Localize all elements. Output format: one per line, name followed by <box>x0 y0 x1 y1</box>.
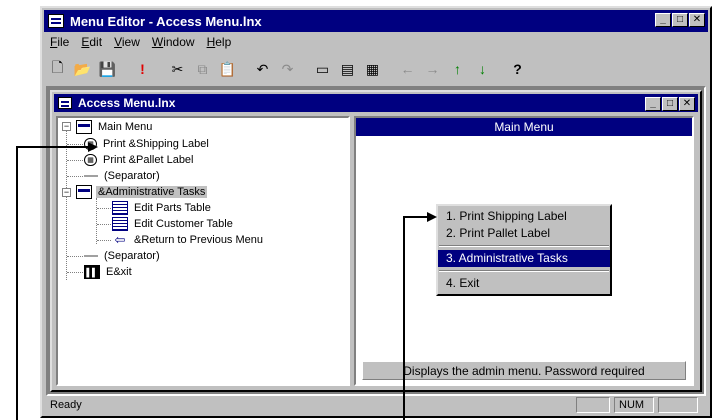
close-button[interactable]: ✕ <box>689 13 705 27</box>
tree-item-admin-tasks[interactable]: &Administrative Tasks <box>76 184 208 200</box>
tree-item[interactable]: ▦ Print &Pallet Label <box>84 152 196 168</box>
tree-item-main-menu[interactable]: Main Menu <box>76 119 154 135</box>
print-icon: ▦ <box>84 154 97 166</box>
undo-icon[interactable]: ↶ <box>251 58 274 80</box>
tree-item[interactable]: ▦ Print &Shipping Label <box>84 136 211 152</box>
document-title: Access Menu.lnx <box>78 96 176 110</box>
return-icon: ⇦ <box>114 232 126 247</box>
move-right-icon[interactable]: → <box>421 58 444 80</box>
callout-line-right-horizontal <box>403 216 427 218</box>
preview-separator <box>439 270 609 272</box>
tree-item[interactable]: ⇦ &Return to Previous Menu <box>112 232 265 248</box>
preview-title: Main Menu <box>356 118 692 136</box>
document-icon[interactable] <box>58 97 72 109</box>
menu-tree[interactable]: − Main Menu ▦ Print &Shipping Label ▦ Pr… <box>56 116 350 386</box>
document-titlebar[interactable]: Access Menu.lnx _ □ ✕ <box>54 94 698 112</box>
tree-item[interactable]: (Separator) <box>84 248 162 264</box>
toolbar: 🗋 📂 💾 ! ✂ ⧉ 📋 ↶ ↷ ▭ ▤ ▦ ← → ↑ ↓ ? <box>46 56 529 82</box>
preview-menu-item-selected[interactable]: 3. Administrative Tasks <box>438 250 610 267</box>
mdi-area: Access Menu.lnx _ □ ✕ − Main Menu ▦ Prin… <box>46 86 706 396</box>
doc-minimize-button[interactable]: _ <box>645 97 661 111</box>
doc-maximize-button[interactable]: □ <box>662 97 678 111</box>
status-cell-empty <box>576 397 610 413</box>
run-icon[interactable]: ! <box>131 58 154 80</box>
menu-help[interactable]: Help <box>203 34 236 52</box>
doc-close-button[interactable]: ✕ <box>679 97 695 111</box>
insert-submenu-icon[interactable]: ▤ <box>336 58 359 80</box>
copy-icon[interactable]: ⧉ <box>191 58 214 80</box>
menu-edit[interactable]: Edit <box>77 34 106 52</box>
main-titlebar[interactable]: Menu Editor - Access Menu.lnx _ □ ✕ <box>44 10 708 32</box>
move-left-icon[interactable]: ← <box>396 58 419 80</box>
preview-separator <box>439 245 609 247</box>
menu-icon <box>76 120 92 134</box>
preview-popup-menu: 1. Print Shipping Label 2. Print Pallet … <box>436 204 612 296</box>
move-down-icon[interactable]: ↓ <box>471 58 494 80</box>
insert-item-icon[interactable]: ▭ <box>311 58 334 80</box>
menu-file[interactable]: File <box>46 34 73 52</box>
callout-line-left-horizontal <box>16 146 88 148</box>
app-icon[interactable] <box>48 14 64 28</box>
preview-status: Displays the admin menu. Password requir… <box>362 361 686 380</box>
tree-item[interactable]: ▌▌ E&xit <box>84 264 134 280</box>
callout-line-right-vertical <box>403 217 405 420</box>
expand-main-menu[interactable]: − <box>62 122 71 131</box>
status-cell-empty <box>658 397 698 413</box>
help-icon[interactable]: ? <box>506 58 529 80</box>
preview-menu-item[interactable]: 4. Exit <box>438 275 610 292</box>
separator-icon <box>84 255 98 257</box>
document-window: Access Menu.lnx _ □ ✕ − Main Menu ▦ Prin… <box>50 90 702 392</box>
maximize-button[interactable]: □ <box>672 13 688 27</box>
preview-menu-item[interactable]: 2. Print Pallet Label <box>438 225 610 242</box>
move-up-icon[interactable]: ↑ <box>446 58 469 80</box>
properties-icon[interactable]: ▦ <box>361 58 384 80</box>
cut-icon[interactable]: ✂ <box>166 58 189 80</box>
menu-preview: Main Menu 1. Print Shipping Label 2. Pri… <box>354 116 694 386</box>
callout-arrowhead-right <box>427 212 437 222</box>
tree-item[interactable]: (Separator) <box>84 168 162 184</box>
exit-icon: ▌▌ <box>84 265 100 279</box>
open-icon[interactable]: 📂 <box>71 58 94 80</box>
minimize-button[interactable]: _ <box>655 13 671 27</box>
table-icon <box>112 217 128 231</box>
menu-window[interactable]: Window <box>148 34 199 52</box>
tree-item[interactable]: Edit Customer Table <box>112 216 235 232</box>
tree-item[interactable]: Edit Parts Table <box>112 200 213 216</box>
main-window: Menu Editor - Access Menu.lnx _ □ ✕ File… <box>40 6 712 418</box>
status-text: Ready <box>50 399 82 411</box>
status-num: NUM <box>614 397 654 413</box>
submenu-icon <box>76 185 92 199</box>
table-icon <box>112 201 128 215</box>
new-icon[interactable]: 🗋 <box>46 58 69 80</box>
statusbar: Ready NUM <box>46 396 706 414</box>
menu-view[interactable]: View <box>110 34 144 52</box>
preview-menu-item[interactable]: 1. Print Shipping Label <box>438 208 610 225</box>
callout-line-left-vertical <box>16 147 18 420</box>
paste-icon[interactable]: 📋 <box>216 58 239 80</box>
redo-icon[interactable]: ↷ <box>276 58 299 80</box>
menubar: File Edit View Window Help <box>46 34 235 52</box>
expand-admin-tasks[interactable]: − <box>62 188 71 197</box>
callout-arrowhead-left <box>88 142 98 152</box>
separator-icon <box>84 175 98 177</box>
window-title: Menu Editor - Access Menu.lnx <box>70 13 262 29</box>
save-icon[interactable]: 💾 <box>96 58 119 80</box>
